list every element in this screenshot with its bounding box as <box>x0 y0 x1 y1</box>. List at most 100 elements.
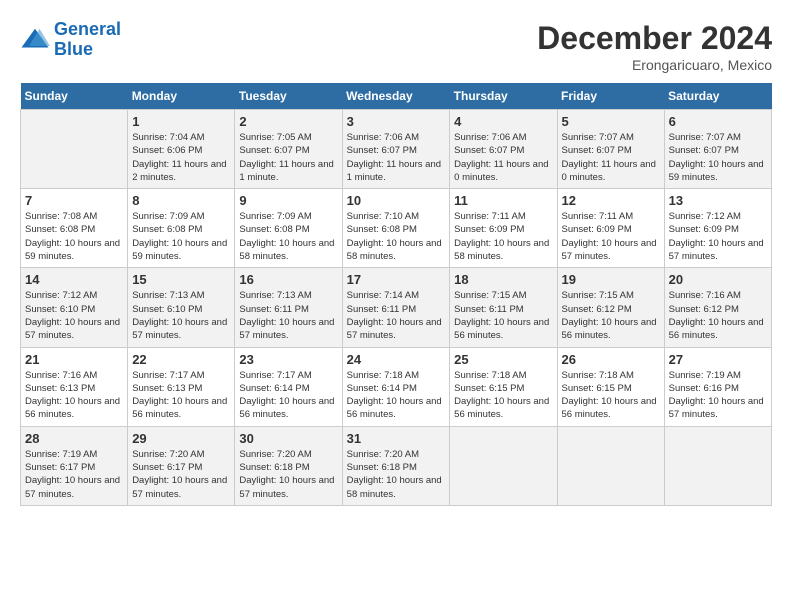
day-number: 1 <box>132 114 230 129</box>
day-number: 24 <box>347 352 446 367</box>
calendar-cell: 18Sunrise: 7:15 AMSunset: 6:11 PMDayligh… <box>450 268 557 347</box>
day-info: Sunrise: 7:08 AMSunset: 6:08 PMDaylight:… <box>25 210 123 263</box>
page-subtitle: Erongaricuaro, Mexico <box>537 57 772 73</box>
calendar-cell <box>450 426 557 505</box>
calendar-cell: 11Sunrise: 7:11 AMSunset: 6:09 PMDayligh… <box>450 189 557 268</box>
logo-icon <box>20 25 50 55</box>
day-number: 22 <box>132 352 230 367</box>
day-info: Sunrise: 7:05 AMSunset: 6:07 PMDaylight:… <box>239 131 337 184</box>
calendar-cell: 31 Sunrise: 7:20 AMSunset: 6:18 PMDayligh… <box>342 426 450 505</box>
day-number: 26 <box>562 352 660 367</box>
calendar-header-friday: Friday <box>557 83 664 110</box>
calendar-cell <box>557 426 664 505</box>
calendar-cell: 15 Sunrise: 7:13 AMSunset: 6:10 PMDayligh… <box>128 268 235 347</box>
calendar-cell <box>664 426 771 505</box>
calendar-cell: 28 Sunrise: 7:19 AMSunset: 6:17 PMDayligh… <box>21 426 128 505</box>
day-info: Sunrise: 7:14 AMSunset: 6:11 PMDaylight:… <box>347 289 446 342</box>
day-number: 2 <box>239 114 337 129</box>
day-info: Sunrise: 7:19 AMSunset: 6:17 PMDaylight:… <box>25 448 123 501</box>
day-number: 21 <box>25 352 123 367</box>
logo: General Blue <box>20 20 121 60</box>
calendar-week-row: 7Sunrise: 7:08 AMSunset: 6:08 PMDaylight… <box>21 189 772 268</box>
calendar-cell: 10 Sunrise: 7:10 AMSunset: 6:08 PMDayligh… <box>342 189 450 268</box>
calendar-cell: 29 Sunrise: 7:20 AMSunset: 6:17 PMDayligh… <box>128 426 235 505</box>
day-number: 19 <box>562 272 660 287</box>
calendar-week-row: 28 Sunrise: 7:19 AMSunset: 6:17 PMDayligh… <box>21 426 772 505</box>
day-number: 10 <box>347 193 446 208</box>
calendar-cell: 20 Sunrise: 7:16 AMSunset: 6:12 PMDayligh… <box>664 268 771 347</box>
day-info: Sunrise: 7:16 AMSunset: 6:13 PMDaylight:… <box>25 369 123 422</box>
calendar-cell: 12 Sunrise: 7:11 AMSunset: 6:09 PMDayligh… <box>557 189 664 268</box>
day-info: Sunrise: 7:11 AMSunset: 6:09 PMDaylight:… <box>562 210 660 263</box>
day-number: 20 <box>669 272 767 287</box>
day-number: 11 <box>454 193 552 208</box>
day-number: 31 <box>347 431 446 446</box>
day-number: 14 <box>25 272 123 287</box>
calendar-week-row: 1 Sunrise: 7:04 AMSunset: 6:06 PMDaylight… <box>21 110 772 189</box>
day-number: 5 <box>562 114 660 129</box>
day-number: 16 <box>239 272 337 287</box>
calendar-cell: 14 Sunrise: 7:12 AMSunset: 6:10 PMDayligh… <box>21 268 128 347</box>
calendar-cell: 27Sunrise: 7:19 AMSunset: 6:16 PMDayligh… <box>664 347 771 426</box>
calendar-cell: 17 Sunrise: 7:14 AMSunset: 6:11 PMDayligh… <box>342 268 450 347</box>
calendar-cell: 30Sunrise: 7:20 AMSunset: 6:18 PMDayligh… <box>235 426 342 505</box>
day-number: 13 <box>669 193 767 208</box>
calendar-cell: 9 Sunrise: 7:09 AMSunset: 6:08 PMDaylight… <box>235 189 342 268</box>
day-info: Sunrise: 7:06 AMSunset: 6:07 PMDaylight:… <box>454 131 552 184</box>
calendar-table: SundayMondayTuesdayWednesdayThursdayFrid… <box>20 83 772 506</box>
calendar-cell: 26Sunrise: 7:18 AMSunset: 6:15 PMDayligh… <box>557 347 664 426</box>
logo-text: General Blue <box>54 20 121 60</box>
day-info: Sunrise: 7:09 AMSunset: 6:08 PMDaylight:… <box>239 210 337 263</box>
day-info: Sunrise: 7:15 AMSunset: 6:12 PMDaylight:… <box>562 289 660 342</box>
day-info: Sunrise: 7:07 AMSunset: 6:07 PMDaylight:… <box>562 131 660 184</box>
day-info: Sunrise: 7:20 AMSunset: 6:18 PMDaylight:… <box>239 448 337 501</box>
day-info: Sunrise: 7:04 AMSunset: 6:06 PMDaylight:… <box>132 131 230 184</box>
calendar-cell: 4 Sunrise: 7:06 AMSunset: 6:07 PMDaylight… <box>450 110 557 189</box>
logo-line2: Blue <box>54 39 93 59</box>
calendar-cell: 24 Sunrise: 7:18 AMSunset: 6:14 PMDayligh… <box>342 347 450 426</box>
day-info: Sunrise: 7:13 AMSunset: 6:11 PMDaylight:… <box>239 289 337 342</box>
day-number: 4 <box>454 114 552 129</box>
page-header: General Blue December 2024 Erongaricuaro… <box>20 20 772 73</box>
page-title: December 2024 <box>537 20 772 57</box>
title-block: December 2024 Erongaricuaro, Mexico <box>537 20 772 73</box>
calendar-cell <box>21 110 128 189</box>
calendar-cell: 22Sunrise: 7:17 AMSunset: 6:13 PMDayligh… <box>128 347 235 426</box>
calendar-week-row: 14 Sunrise: 7:12 AMSunset: 6:10 PMDayligh… <box>21 268 772 347</box>
day-number: 15 <box>132 272 230 287</box>
day-info: Sunrise: 7:12 AMSunset: 6:10 PMDaylight:… <box>25 289 123 342</box>
day-number: 12 <box>562 193 660 208</box>
day-info: Sunrise: 7:10 AMSunset: 6:08 PMDaylight:… <box>347 210 446 263</box>
day-info: Sunrise: 7:15 AMSunset: 6:11 PMDaylight:… <box>454 289 552 342</box>
calendar-cell: 23Sunrise: 7:17 AMSunset: 6:14 PMDayligh… <box>235 347 342 426</box>
day-number: 6 <box>669 114 767 129</box>
day-info: Sunrise: 7:18 AMSunset: 6:14 PMDaylight:… <box>347 369 446 422</box>
day-number: 28 <box>25 431 123 446</box>
calendar-header-wednesday: Wednesday <box>342 83 450 110</box>
day-number: 17 <box>347 272 446 287</box>
day-info: Sunrise: 7:18 AMSunset: 6:15 PMDaylight:… <box>454 369 552 422</box>
day-number: 29 <box>132 431 230 446</box>
calendar-cell: 21 Sunrise: 7:16 AMSunset: 6:13 PMDayligh… <box>21 347 128 426</box>
calendar-cell: 1 Sunrise: 7:04 AMSunset: 6:06 PMDaylight… <box>128 110 235 189</box>
day-info: Sunrise: 7:12 AMSunset: 6:09 PMDaylight:… <box>669 210 767 263</box>
calendar-cell: 6Sunrise: 7:07 AMSunset: 6:07 PMDaylight… <box>664 110 771 189</box>
calendar-header-row: SundayMondayTuesdayWednesdayThursdayFrid… <box>21 83 772 110</box>
day-number: 3 <box>347 114 446 129</box>
calendar-cell: 3Sunrise: 7:06 AMSunset: 6:07 PMDaylight… <box>342 110 450 189</box>
calendar-header-saturday: Saturday <box>664 83 771 110</box>
day-info: Sunrise: 7:13 AMSunset: 6:10 PMDaylight:… <box>132 289 230 342</box>
calendar-cell: 2 Sunrise: 7:05 AMSunset: 6:07 PMDaylight… <box>235 110 342 189</box>
calendar-week-row: 21 Sunrise: 7:16 AMSunset: 6:13 PMDayligh… <box>21 347 772 426</box>
day-info: Sunrise: 7:16 AMSunset: 6:12 PMDaylight:… <box>669 289 767 342</box>
calendar-header-sunday: Sunday <box>21 83 128 110</box>
day-info: Sunrise: 7:17 AMSunset: 6:14 PMDaylight:… <box>239 369 337 422</box>
calendar-cell: 8Sunrise: 7:09 AMSunset: 6:08 PMDaylight… <box>128 189 235 268</box>
calendar-cell: 25Sunrise: 7:18 AMSunset: 6:15 PMDayligh… <box>450 347 557 426</box>
day-number: 9 <box>239 193 337 208</box>
calendar-header-monday: Monday <box>128 83 235 110</box>
calendar-cell: 13 Sunrise: 7:12 AMSunset: 6:09 PMDayligh… <box>664 189 771 268</box>
day-info: Sunrise: 7:20 AMSunset: 6:17 PMDaylight:… <box>132 448 230 501</box>
day-number: 27 <box>669 352 767 367</box>
day-info: Sunrise: 7:20 AMSunset: 6:18 PMDaylight:… <box>347 448 446 501</box>
